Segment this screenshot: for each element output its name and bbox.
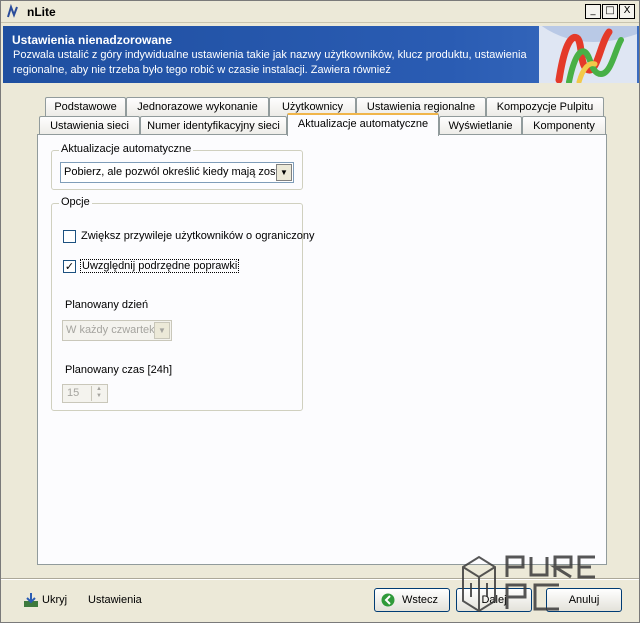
tab-numer-identyfikacyjny-sieci[interactable]: Numer identyfikacyjny sieci xyxy=(140,116,287,136)
tab-ustawienia-sieci[interactable]: Ustawienia sieci xyxy=(39,116,140,136)
scheduled-day-label: Planowany dzień xyxy=(65,299,149,311)
title-bar[interactable]: nLite _ □ X xyxy=(1,1,639,23)
scheduled-time-stepper[interactable]: 15 ▲ ▼ xyxy=(62,384,108,403)
tab-kompozycje-pulpitu[interactable]: Kompozycje Pulpitu xyxy=(486,97,604,117)
scheduled-day-select[interactable]: W każdy czwartek ▼ xyxy=(62,320,172,341)
close-button[interactable]: X xyxy=(619,4,635,19)
next-button[interactable]: Dalej xyxy=(456,588,532,612)
auto-updates-group: Aktualizacje automatyczne Pobierz, ale p… xyxy=(51,143,303,190)
auto-updates-group-label: Aktualizacje automatyczne xyxy=(59,143,194,155)
increase-privileges-label[interactable]: Zwiększ przywileje użytkowników o ograni… xyxy=(81,230,315,242)
minimize-button[interactable]: _ xyxy=(585,4,601,19)
chevron-down-icon[interactable]: ▼ xyxy=(154,322,170,339)
tab-podstawowe[interactable]: Podstawowe xyxy=(45,97,126,117)
scheduled-day-value: W każdy czwartek xyxy=(66,324,155,336)
tab-panel: Aktualizacje automatyczne Pobierz, ale p… xyxy=(37,134,607,565)
nlite-logo xyxy=(539,26,637,83)
include-subpatches-checkbox[interactable]: ✓ xyxy=(63,260,76,273)
next-button-label: Dalej xyxy=(481,594,507,606)
tab-komponenty[interactable]: Komponenty xyxy=(522,116,606,136)
tab-jednorazowe-wykonanie[interactable]: Jednorazowe wykonanie xyxy=(126,97,269,117)
back-button[interactable]: Wstecz xyxy=(374,588,450,612)
back-arrow-icon xyxy=(381,593,395,607)
page-title: Ustawienia nienadzorowane xyxy=(12,33,173,47)
auto-updates-select[interactable]: Pobierz, ale pozwól określić kiedy mają … xyxy=(60,162,294,183)
stepper-arrows-icon[interactable]: ▲ ▼ xyxy=(91,386,106,401)
include-subpatches-label[interactable]: Uwzględnij podrzędne poprawki xyxy=(80,259,240,273)
settings-link[interactable]: Ustawienia xyxy=(88,594,142,606)
maximize-button[interactable]: □ xyxy=(602,4,618,19)
auto-updates-select-value: Pobierz, ale pozwól określić kiedy mają … xyxy=(64,166,285,178)
nlite-window: nLite _ □ X Ustawienia nienadzorowane Po… xyxy=(0,0,640,623)
header-banner: Ustawienia nienadzorowane Pozwala ustali… xyxy=(3,26,639,83)
page-description: Pozwala ustalić z góry indywidualne usta… xyxy=(13,49,527,76)
checkmark-icon: ✓ xyxy=(64,260,75,273)
options-group: Opcje Zwiększ przywileje użytkowników o … xyxy=(51,196,315,411)
chevron-down-icon[interactable]: ▼ xyxy=(276,164,292,181)
cancel-button-label: Anuluj xyxy=(568,594,600,606)
cancel-button[interactable]: Anuluj xyxy=(546,588,622,612)
increase-privileges-checkbox[interactable] xyxy=(63,230,76,243)
window-title: nLite xyxy=(27,5,56,19)
tab-aktualizacje-automatyczne[interactable]: Aktualizacje automatyczne xyxy=(287,113,439,136)
hide-button-label[interactable]: Ukryj xyxy=(42,594,67,606)
scheduled-time-label: Planowany czas [24h] xyxy=(65,364,173,376)
options-group-label: Opcje xyxy=(59,196,92,208)
hide-icon[interactable] xyxy=(23,592,39,608)
tab-wyswietlanie[interactable]: Wyświetlanie xyxy=(439,116,522,136)
scheduled-time-value: 15 xyxy=(67,387,80,399)
nlite-app-icon xyxy=(7,4,18,18)
bottom-separator xyxy=(1,578,639,580)
